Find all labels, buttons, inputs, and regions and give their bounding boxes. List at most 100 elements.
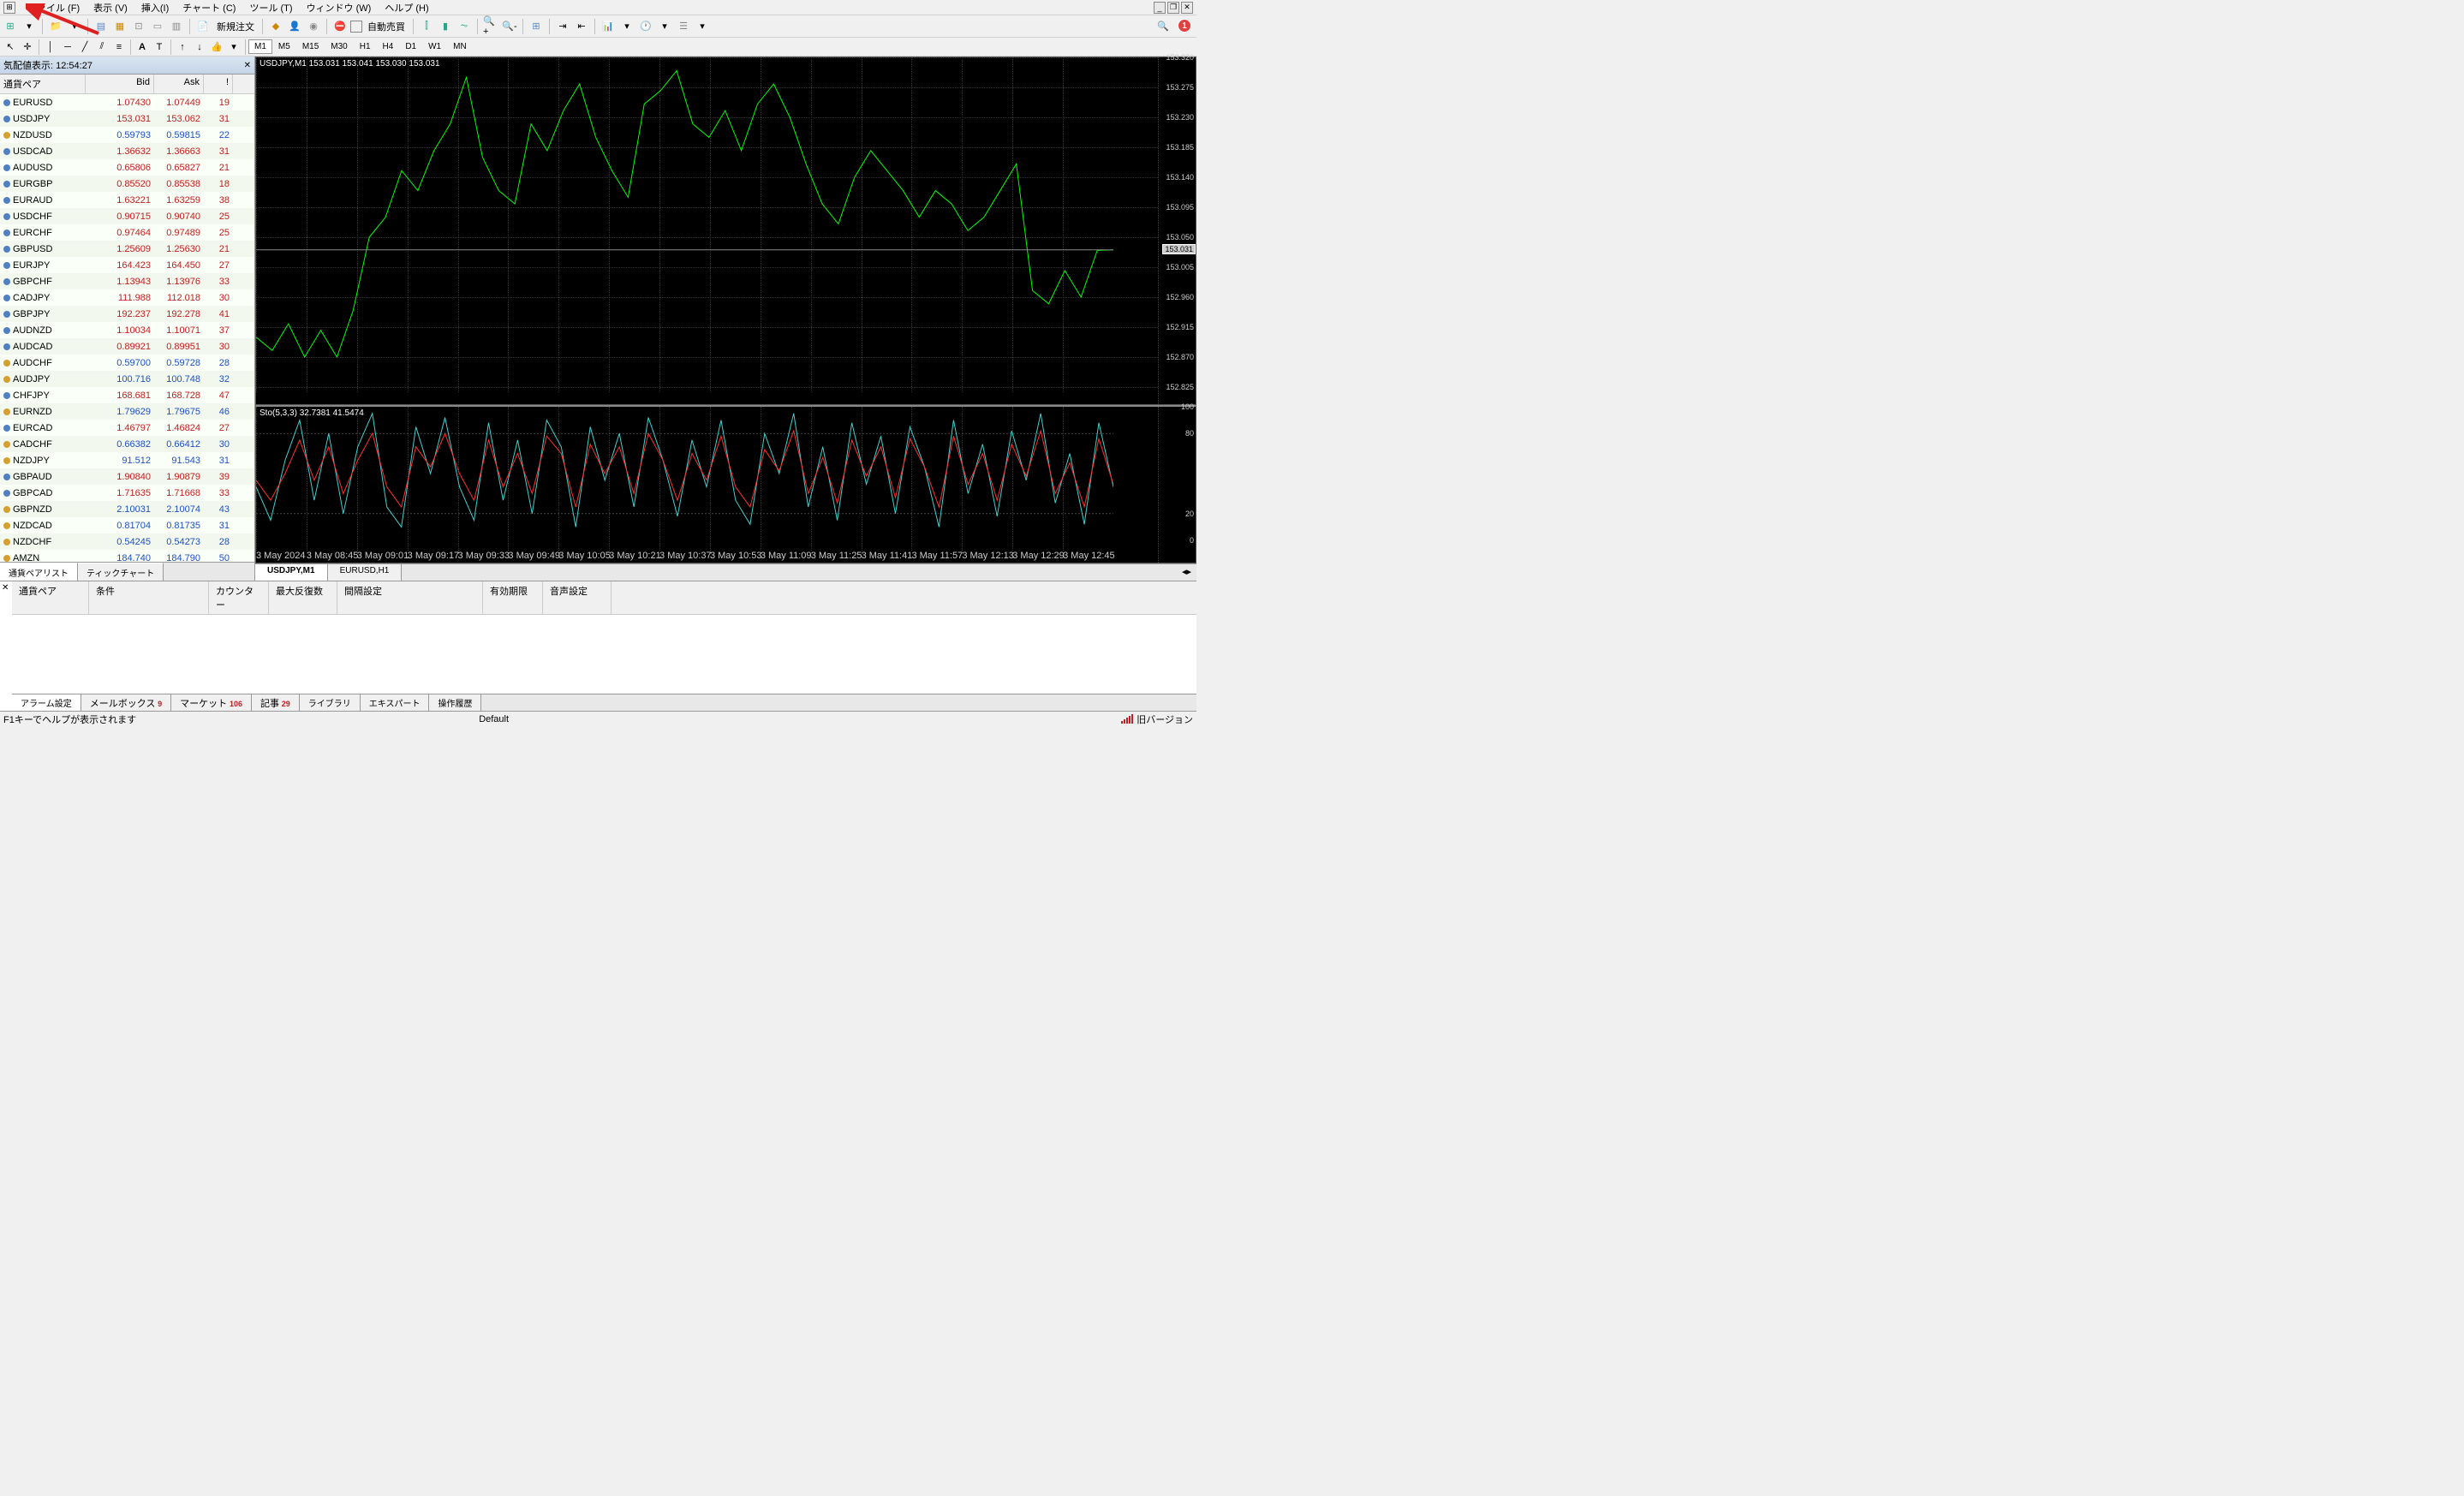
terminal-close-icon[interactable]: ✕ — [2, 583, 9, 593]
chart-tabs-scroll-icon[interactable]: ◂▸ — [1177, 564, 1196, 581]
mw-header-symbol[interactable]: 通貨ペア — [0, 75, 86, 93]
status-profile[interactable]: Default — [479, 714, 509, 724]
market-watch-row[interactable]: CADJPY 111.988 112.018 30 — [0, 289, 254, 306]
menu-file[interactable]: ファイル (F) — [21, 0, 87, 16]
dropdown5-icon[interactable]: ▾ — [694, 18, 711, 35]
fibo-icon[interactable]: ≡ — [110, 39, 128, 56]
tile-icon[interactable]: ⊞ — [528, 18, 545, 35]
term-tab-mailbox[interactable]: メールボックス 9 — [81, 694, 171, 711]
market-watch-row[interactable]: AUDJPY 100.716 100.748 32 — [0, 371, 254, 387]
status-version[interactable]: 旧バージョン — [1137, 712, 1193, 726]
market-watch-close-icon[interactable]: ✕ — [244, 61, 251, 70]
market-watch-row[interactable]: GBPAUD 1.90840 1.90879 39 — [0, 468, 254, 485]
mw-tab-list[interactable]: 通貨ペアリスト — [0, 563, 78, 581]
th-expiry[interactable]: 有効期限 — [483, 581, 543, 614]
arrow-up-icon[interactable]: ↑ — [174, 39, 191, 56]
scroll-icon[interactable]: ⇥ — [554, 18, 571, 35]
tester-icon[interactable]: ▥ — [168, 18, 185, 35]
navigator-icon[interactable]: ⊡ — [130, 18, 147, 35]
terminal-icon[interactable]: ▭ — [149, 18, 166, 35]
autotrade-label[interactable]: 自動売買 — [364, 20, 409, 33]
vline-icon[interactable]: │ — [42, 39, 59, 56]
timeframe-m15[interactable]: M15 — [296, 39, 325, 54]
chart-indicator[interactable]: Sto(5,3,3) 32.7381 41.5474 10080200 3 Ma… — [255, 405, 1196, 563]
new-chart-icon[interactable]: ⊞ — [2, 18, 19, 35]
chart-main[interactable]: USDJPY,M1 153.031 153.041 153.030 153.03… — [255, 57, 1196, 405]
dropdown3-icon[interactable]: ▾ — [618, 18, 635, 35]
timeframe-w1[interactable]: W1 — [422, 39, 447, 54]
term-tab-articles[interactable]: 記事 29 — [252, 694, 300, 711]
th-sound[interactable]: 音声設定 — [543, 581, 612, 614]
market-watch-row[interactable]: NZDUSD 0.59793 0.59815 22 — [0, 127, 254, 143]
market-watch-row[interactable]: USDCHF 0.90715 0.90740 25 — [0, 208, 254, 224]
market-watch-row[interactable]: GBPCAD 1.71635 1.71668 33 — [0, 485, 254, 501]
dropdown-icon[interactable]: ▾ — [21, 18, 38, 35]
search-icon[interactable]: 🔍 — [1157, 21, 1169, 32]
shift-icon[interactable]: ⇤ — [573, 18, 590, 35]
data-window-icon[interactable]: ▦ — [111, 18, 128, 35]
mw-header-spread[interactable]: ! — [204, 75, 233, 93]
market-watch-row[interactable]: NZDCAD 0.81704 0.81735 31 — [0, 517, 254, 533]
mw-header-ask[interactable]: Ask — [154, 75, 204, 93]
restore-icon[interactable]: ❐ — [1167, 2, 1179, 14]
periods-icon[interactable]: 🕐 — [637, 18, 654, 35]
candle-chart-icon[interactable]: ▮ — [437, 18, 454, 35]
zoom-in-icon[interactable]: 🔍+ — [482, 18, 499, 35]
term-tab-alarm[interactable]: アラーム設定 — [12, 694, 81, 711]
timeframe-d1[interactable]: D1 — [399, 39, 422, 54]
market-watch-row[interactable]: CHFJPY 168.681 168.728 47 — [0, 387, 254, 403]
th-counter[interactable]: カウンター — [209, 581, 269, 614]
market-watch-row[interactable]: EURCHF 0.97464 0.97489 25 — [0, 224, 254, 241]
zoom-out-icon[interactable]: 🔍- — [501, 18, 518, 35]
signals-icon[interactable]: 👤 — [286, 18, 303, 35]
mw-tab-tick[interactable]: ティックチャート — [78, 563, 164, 581]
th-maxiter[interactable]: 最大反復数 — [269, 581, 337, 614]
vps-icon[interactable]: ◉ — [305, 18, 322, 35]
text-icon[interactable]: A — [134, 39, 151, 56]
new-order-icon[interactable]: 📄 — [194, 18, 212, 35]
market-watch-row[interactable]: USDJPY 153.031 153.062 31 — [0, 110, 254, 127]
timeframe-h4[interactable]: H4 — [377, 39, 400, 54]
label-icon[interactable]: T — [151, 39, 168, 56]
mql-icon[interactable]: ◆ — [267, 18, 284, 35]
market-watch-row[interactable]: GBPJPY 192.237 192.278 41 — [0, 306, 254, 322]
market-watch-row[interactable]: CADCHF 0.66382 0.66412 30 — [0, 436, 254, 452]
market-watch-row[interactable]: AUDUSD 0.65806 0.65827 21 — [0, 159, 254, 176]
chart-tab-eurusd[interactable]: EURUSD,H1 — [328, 564, 403, 581]
new-order-label[interactable]: 新規注文 — [213, 20, 258, 33]
menu-tools[interactable]: ツール (T) — [242, 0, 299, 16]
market-watch-row[interactable]: NZDCHF 0.54245 0.54273 28 — [0, 533, 254, 550]
profiles-icon[interactable]: 📁 — [47, 18, 64, 35]
market-watch-row[interactable]: AMZN 184.740 184.790 50 — [0, 550, 254, 562]
menu-window[interactable]: ウィンドウ (W) — [300, 0, 379, 16]
timeframe-h1[interactable]: H1 — [354, 39, 377, 54]
market-watch-row[interactable]: AUDCHF 0.59700 0.59728 28 — [0, 355, 254, 371]
timeframe-m1[interactable]: M1 — [248, 39, 272, 54]
term-tab-market[interactable]: マーケット 106 — [171, 694, 252, 711]
thumbs-icon[interactable]: 👍 — [208, 39, 225, 56]
notification-badge[interactable]: 1 — [1178, 19, 1191, 33]
dropdown6-icon[interactable]: ▾ — [225, 39, 242, 56]
market-watch-icon[interactable]: ▤ — [92, 18, 110, 35]
autotrade-checkbox[interactable] — [350, 21, 362, 33]
menu-insert[interactable]: 挿入(I) — [134, 0, 176, 16]
minimize-icon[interactable]: _ — [1154, 2, 1166, 14]
menu-chart[interactable]: チャート (C) — [176, 0, 242, 16]
mw-header-bid[interactable]: Bid — [86, 75, 154, 93]
close-icon[interactable]: ✕ — [1181, 2, 1193, 14]
market-watch-row[interactable]: EURAUD 1.63221 1.63259 38 — [0, 192, 254, 208]
th-interval[interactable]: 間隔設定 — [337, 581, 483, 614]
market-watch-row[interactable]: GBPUSD 1.25609 1.25630 21 — [0, 241, 254, 257]
templates-icon[interactable]: ☰ — [675, 18, 692, 35]
market-watch-row[interactable]: NZDJPY 91.512 91.543 31 — [0, 452, 254, 468]
bar-chart-icon[interactable]: ⫿ — [418, 18, 435, 35]
hline-icon[interactable]: ─ — [59, 39, 76, 56]
trendline-icon[interactable]: ╱ — [76, 39, 93, 56]
dropdown4-icon[interactable]: ▾ — [656, 18, 673, 35]
chart-tab-usdjpy[interactable]: USDJPY,M1 — [255, 564, 328, 581]
term-tab-library[interactable]: ライブラリ — [300, 694, 361, 711]
market-watch-row[interactable]: EURJPY 164.423 164.450 27 — [0, 257, 254, 273]
autotrade-toggle-icon[interactable]: ⛔ — [331, 18, 349, 35]
market-watch-row[interactable]: EURUSD 1.07430 1.07449 19 — [0, 94, 254, 110]
market-watch-row[interactable]: EURNZD 1.79629 1.79675 46 — [0, 403, 254, 420]
